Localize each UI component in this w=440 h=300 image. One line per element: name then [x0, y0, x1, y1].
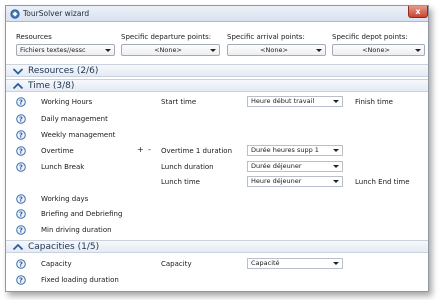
departure-points-value: <None> — [154, 46, 182, 54]
resources-combobox[interactable]: Fichiers textes//essc — [16, 44, 115, 56]
svg-text:?: ? — [19, 277, 23, 285]
chevron-down-icon — [333, 165, 339, 168]
section-capacities-title: Capacities (1/5) — [28, 242, 100, 252]
svg-text:?: ? — [19, 164, 23, 172]
overtime-label: Overtime — [41, 147, 74, 155]
depot-points-value: <None> — [362, 46, 390, 54]
help-icon[interactable]: ? — [16, 97, 26, 107]
chevron-down-icon — [316, 49, 322, 52]
briefing-debriefing-label: Briefing and Debriefing — [41, 210, 123, 218]
start-time-value: Heure début travail — [251, 97, 315, 105]
depot-points-combobox[interactable]: <None> — [332, 44, 425, 56]
help-icon[interactable]: ? — [16, 225, 26, 235]
title-bar: TourSolver wizard x — [6, 6, 428, 22]
svg-text:?: ? — [19, 261, 23, 269]
arrival-points-combobox[interactable]: <None> — [227, 44, 326, 56]
arrival-points-label: Specific arrival points: — [227, 33, 305, 41]
daily-management-label: Daily management — [41, 115, 108, 123]
chevron-down-icon — [415, 49, 421, 52]
section-resources[interactable]: Resources (2/6) — [6, 64, 428, 77]
arrival-points-value: <None> — [260, 46, 288, 54]
help-icon[interactable]: ? — [16, 114, 26, 124]
window-title: TourSolver wizard — [23, 9, 90, 18]
min-driving-duration-label: Min driving duration — [41, 226, 112, 234]
start-time-label: Start time — [161, 98, 197, 106]
departure-points-combobox[interactable]: <None> — [121, 44, 220, 56]
svg-text:?: ? — [19, 99, 23, 107]
departure-points-label: Specific departure points: — [121, 33, 212, 41]
finish-time-label: Finish time — [355, 98, 393, 106]
start-time-select[interactable]: Heure début travail — [247, 96, 343, 107]
add-overtime-button[interactable]: + — [137, 145, 144, 154]
section-time-title: Time (3/8) — [28, 81, 75, 91]
overtime-duration-label: Overtime 1 duration — [161, 147, 233, 155]
chevron-down-icon — [105, 49, 111, 52]
help-icon[interactable]: ? — [16, 209, 26, 219]
lunch-time-value: Heure déjeuner — [251, 177, 302, 185]
lunch-time-label: Lunch time — [161, 178, 200, 186]
close-button[interactable]: x — [408, 6, 428, 18]
working-days-label: Working days — [41, 195, 89, 203]
resources-label: Resources — [16, 33, 52, 41]
resources-combobox-value: Fichiers textes//essc — [20, 46, 86, 54]
lunch-end-time-label: Lunch End time — [355, 178, 410, 186]
help-icon[interactable]: ? — [16, 146, 26, 156]
section-capacities[interactable]: Capacities (1/5) — [6, 240, 428, 253]
weekly-management-label: Weekly management — [41, 131, 116, 139]
lunch-duration-value: Durée déjeuner — [251, 162, 302, 170]
help-icon[interactable]: ? — [16, 130, 26, 140]
overtime-duration-value: Durée heures supp 1 — [251, 146, 319, 154]
lunch-duration-select[interactable]: Durée déjeuner — [247, 161, 343, 172]
chevron-down-icon — [333, 100, 339, 103]
help-icon[interactable]: ? — [16, 194, 26, 204]
svg-text:?: ? — [19, 196, 23, 204]
toursolver-wizard-window: TourSolver wizard x Resources Fichiers t… — [5, 5, 429, 292]
capacity-label: Capacity — [41, 260, 72, 268]
chevron-down-icon — [210, 49, 216, 52]
svg-text:?: ? — [19, 211, 23, 219]
chevron-up-icon[interactable] — [12, 242, 24, 252]
depot-points-label: Specific depot points: — [332, 33, 408, 41]
capacity-select[interactable]: Capacité — [247, 258, 343, 269]
fixed-loading-duration-label: Fixed loading duration — [41, 276, 119, 284]
chevron-down-icon[interactable] — [12, 66, 24, 76]
lunch-time-select[interactable]: Heure déjeuner — [247, 176, 343, 187]
chevron-up-icon[interactable] — [12, 81, 24, 91]
svg-text:?: ? — [19, 116, 23, 124]
help-icon[interactable]: ? — [16, 259, 26, 269]
section-time[interactable]: Time (3/8) — [6, 79, 428, 92]
svg-text:?: ? — [19, 148, 23, 156]
chevron-down-icon — [333, 180, 339, 183]
app-icon — [10, 9, 20, 19]
capacity-value: Capacité — [251, 259, 280, 267]
svg-text:?: ? — [19, 132, 23, 140]
capacity-field-label: Capacity — [161, 260, 192, 268]
svg-text:?: ? — [19, 227, 23, 235]
lunch-break-label: Lunch Break — [41, 163, 85, 171]
lunch-duration-label: Lunch duration — [161, 163, 214, 171]
overtime-duration-select[interactable]: Durée heures supp 1 — [247, 145, 343, 156]
help-icon[interactable]: ? — [16, 275, 26, 285]
section-resources-title: Resources (2/6) — [28, 66, 99, 76]
help-icon[interactable]: ? — [16, 162, 26, 172]
remove-overtime-button[interactable]: - — [148, 145, 151, 154]
working-hours-label: Working Hours — [41, 98, 93, 106]
chevron-down-icon — [333, 262, 339, 265]
chevron-down-icon — [333, 149, 339, 152]
